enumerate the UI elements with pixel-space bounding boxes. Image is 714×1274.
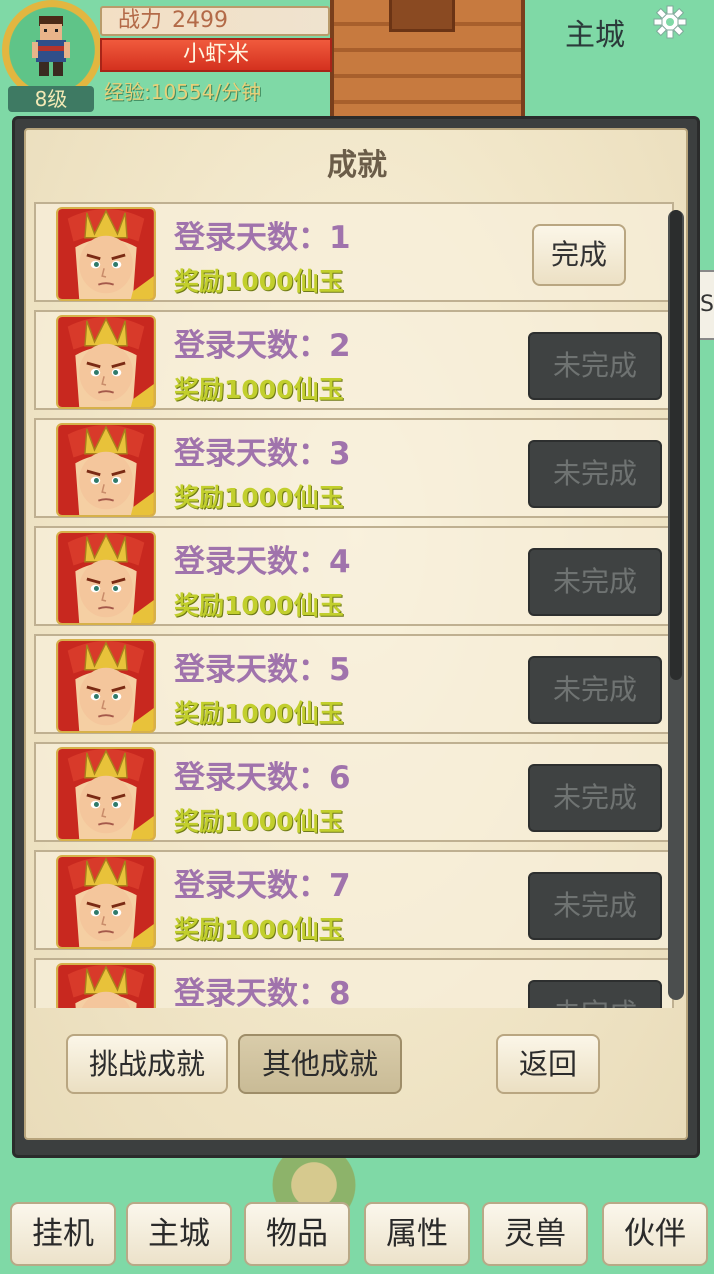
- achievement-title: 登录天数：6: [174, 760, 351, 796]
- panel-title: 成就: [327, 148, 387, 183]
- achievement-title: 登录天数：3: [174, 436, 351, 472]
- power-label: 战力: [118, 8, 163, 33]
- achievement-reward: 奖励1000仙玉: [174, 807, 344, 836]
- achievement-row: 登录天数：3 奖励1000仙玉 未完成: [34, 418, 674, 518]
- location-label: 主城: [565, 18, 625, 53]
- achievement-row: 登录天数：2 奖励1000仙玉 未完成: [34, 310, 674, 410]
- achievement-reward: 奖励1000仙玉: [174, 915, 344, 944]
- achievement-title: 登录天数：7: [174, 868, 351, 904]
- other-achievements-tab[interactable]: 其他成就: [238, 1034, 402, 1094]
- incomplete-button[interactable]: 未完成: [528, 332, 662, 400]
- gear-icon[interactable]: [652, 4, 688, 40]
- achievement-title: 登录天数：4: [174, 544, 351, 580]
- incomplete-button[interactable]: 未完成: [528, 440, 662, 508]
- achievement-reward: 奖励1000仙玉: [174, 375, 344, 404]
- scrollbar-thumb[interactable]: [670, 210, 682, 680]
- achievement-row: 登录天数：1 奖励1000仙玉 完成: [34, 202, 674, 302]
- achievement-title: 登录天数：5: [174, 652, 351, 688]
- level-badge: 8级: [8, 86, 94, 112]
- achievement-title: 登录天数：1: [174, 220, 351, 256]
- background-crate: [330, 0, 525, 125]
- nav-spirit-beast-button[interactable]: 灵兽: [482, 1202, 588, 1266]
- incomplete-button[interactable]: 未完成: [528, 764, 662, 832]
- nav-idle-button[interactable]: 挂机: [10, 1202, 116, 1266]
- hero-portrait-icon: [56, 207, 156, 301]
- achievement-title: 登录天数：2: [174, 328, 351, 364]
- incomplete-button[interactable]: 未完成: [528, 872, 662, 940]
- nav-attributes-button[interactable]: 属性: [364, 1202, 470, 1266]
- achievement-title: 登录天数：8: [174, 976, 351, 1008]
- player-name: 小虾米: [100, 38, 332, 72]
- incomplete-button[interactable]: 未完成: [528, 980, 662, 1008]
- hero-portrait-icon: [56, 963, 156, 1008]
- achievement-row: 登录天数：8奖励1000仙玉未完成: [34, 958, 674, 1008]
- achievement-list[interactable]: 登录天数：1 奖励1000仙玉 完成 登录天数：2 奖励1000仙玉 未完成 登录天数：…: [34, 202, 674, 1008]
- hero-portrait-icon: [56, 747, 156, 841]
- power-value: 2499: [172, 8, 229, 33]
- hero-portrait-icon: [56, 855, 156, 949]
- achievement-row: 登录天数：5 奖励1000仙玉 未完成: [34, 634, 674, 734]
- hero-portrait-icon: [56, 315, 156, 409]
- achievement-row: 登录天数：6 奖励1000仙玉 未完成: [34, 742, 674, 842]
- exp-rate: 经验:10554/分钟: [104, 80, 262, 104]
- player-sprite-icon: [32, 16, 70, 76]
- hero-portrait-icon: [56, 531, 156, 625]
- claim-button[interactable]: 完成: [532, 224, 626, 286]
- hero-portrait-icon: [56, 423, 156, 517]
- achievement-reward: 奖励1000仙玉: [174, 483, 344, 512]
- achievement-row: 登录天数：7 奖励1000仙玉 未完成: [34, 850, 674, 950]
- achievement-reward: 奖励1000仙玉: [174, 591, 344, 620]
- hero-portrait-icon: [56, 639, 156, 733]
- nav-items-button[interactable]: 物品: [244, 1202, 350, 1266]
- achievement-row: 登录天数：4 奖励1000仙玉 未完成: [34, 526, 674, 626]
- challenge-achievements-button[interactable]: 挑战成就: [66, 1034, 228, 1094]
- achievement-reward: 奖励1000仙玉: [174, 267, 344, 296]
- nav-city-button[interactable]: 主城: [126, 1202, 232, 1266]
- nav-partner-button[interactable]: 伙伴: [602, 1202, 708, 1266]
- incomplete-button[interactable]: 未完成: [528, 656, 662, 724]
- achievement-reward: 奖励1000仙玉: [174, 699, 344, 728]
- back-button[interactable]: 返回: [496, 1034, 600, 1094]
- power-bar: 战力 2499: [100, 6, 330, 36]
- incomplete-button[interactable]: 未完成: [528, 548, 662, 616]
